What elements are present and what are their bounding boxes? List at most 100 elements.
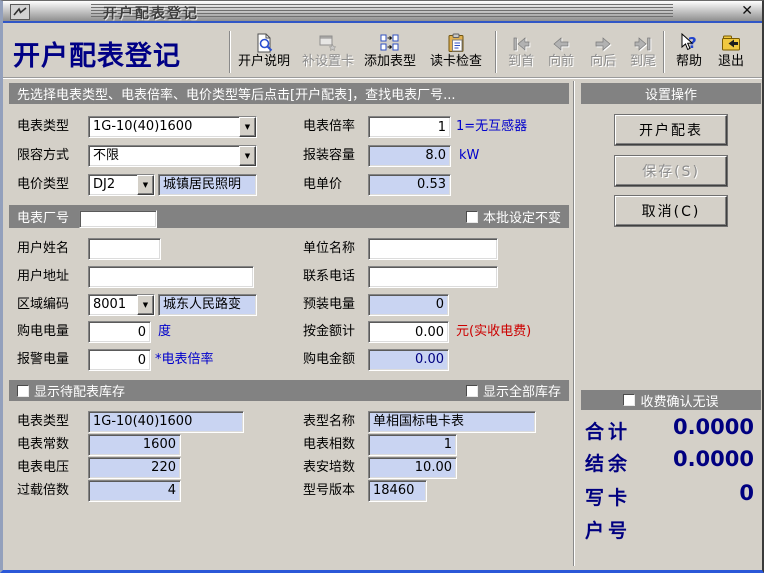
- ratio-hint: 1=无互感器: [456, 116, 527, 138]
- alarm-hint: *电表倍率: [155, 349, 214, 371]
- show-pending-checkbox[interactable]: [17, 385, 29, 397]
- meter-type-label: 电表类型: [17, 116, 69, 138]
- alarm-qty-label: 报警电量: [17, 349, 69, 371]
- meter-type-combo[interactable]: 1G-10(40)1600 ▼: [88, 116, 257, 138]
- app-window: 开户配表登记 ✕ 开户配表登记 开户说明 补设置卡 添加表型: [0, 0, 764, 573]
- factory-input-wrap: [79, 208, 157, 226]
- batch-fixed-checkbox[interactable]: [466, 211, 478, 223]
- arrow-last-icon: [633, 29, 653, 53]
- address-input[interactable]: [88, 266, 254, 288]
- write-card-label: 写卡: [585, 483, 631, 510]
- factory-input[interactable]: [79, 210, 157, 228]
- account-no-label: 户号: [585, 516, 631, 543]
- toolbar-button-supplement-card: 补设置卡: [297, 29, 359, 76]
- card-add-icon: [318, 29, 338, 53]
- buy-amt-label: 购电金额: [303, 349, 355, 371]
- confirm-bar: 收费确认无误: [581, 390, 761, 410]
- phases-field: 1: [368, 434, 457, 456]
- doc-search-icon: [254, 29, 274, 53]
- org-name-label: 单位名称: [303, 238, 355, 260]
- toolbar-button-label: 向前: [548, 53, 574, 70]
- toolbar-separator: [495, 31, 497, 73]
- toolbar-button-label: 帮助: [676, 53, 702, 70]
- balance-value: 0.0000: [673, 447, 754, 471]
- toolbar-button-label: 补设置卡: [302, 53, 354, 70]
- show-all-checkbox[interactable]: [466, 385, 478, 397]
- limit-mode-value: 不限: [89, 146, 239, 166]
- stock-bar: 显示待配表库存 显示全部库存: [9, 380, 569, 401]
- app-logo-icon: [10, 4, 30, 24]
- limit-mode-combo[interactable]: 不限 ▼: [88, 145, 257, 167]
- open-account-button[interactable]: 开户配表: [615, 115, 727, 145]
- inv-meter-type-field: 1G-10(40)1600: [88, 411, 244, 433]
- limit-mode-label: 限容方式: [17, 145, 69, 167]
- toolbar-button-read-card-check[interactable]: 读卡检查: [423, 29, 489, 76]
- show-all-label: 显示全部库存: [483, 381, 561, 400]
- deposit-input[interactable]: [368, 321, 449, 343]
- price-type-label: 电价类型: [17, 174, 69, 196]
- chevron-down-icon[interactable]: ▼: [239, 117, 256, 137]
- price-type-value: DJ2: [89, 175, 137, 195]
- deposit-label: 按金额计: [303, 321, 355, 343]
- address-label: 用户地址: [17, 266, 69, 288]
- title-bar[interactable]: 开户配表登记 ✕: [3, 1, 762, 23]
- chevron-down-icon[interactable]: ▼: [239, 146, 256, 166]
- toolbar-button-account-help[interactable]: 开户说明: [233, 29, 295, 76]
- price-type-combo[interactable]: DJ2 ▼: [88, 174, 155, 196]
- page-title: 开户配表登记: [13, 34, 181, 73]
- save-button: 保存(S): [615, 156, 727, 186]
- toolbar-button-exit[interactable]: 退出: [711, 29, 751, 76]
- buy-qty-unit: 度: [158, 321, 171, 343]
- close-icon[interactable]: ✕: [741, 3, 753, 19]
- add-type-icon: [380, 29, 400, 53]
- fee-confirm-checkbox[interactable]: [623, 394, 635, 406]
- show-pending-label: 显示待配表库存: [34, 381, 125, 400]
- total-value: 0.0000: [673, 415, 754, 439]
- chevron-down-icon[interactable]: ▼: [137, 295, 154, 315]
- capacity-field: 8.0: [368, 145, 451, 167]
- toolbar-button-help[interactable]: ? 帮助: [669, 29, 709, 76]
- toolbar-button-previous: 向前: [543, 29, 579, 76]
- overload-label: 过载倍数: [17, 480, 69, 502]
- factory-label: 电表厂号: [17, 207, 69, 226]
- toolbar-button-label: 到尾: [630, 53, 656, 70]
- chevron-down-icon[interactable]: ▼: [137, 175, 154, 195]
- toolbar-button-first: 到首: [503, 29, 539, 76]
- area-code-combo[interactable]: 8001 ▼: [88, 294, 155, 316]
- overload-field: 4: [88, 480, 181, 502]
- ampere-label: 表安培数: [303, 457, 355, 479]
- user-name-input[interactable]: [88, 238, 161, 260]
- area-code-label: 区域编码: [17, 294, 69, 316]
- alarm-qty-input[interactable]: [88, 349, 151, 371]
- help-icon: ?: [678, 29, 700, 53]
- toolbar-button-label: 开户说明: [238, 53, 290, 70]
- version-field: 18460: [368, 480, 427, 502]
- ratio-input[interactable]: [368, 116, 451, 138]
- phone-input[interactable]: [368, 266, 498, 288]
- toolbar-button-add-meter-type[interactable]: 添加表型: [359, 29, 421, 76]
- model-name-field: 单相国标电卡表: [368, 411, 536, 433]
- buy-qty-input[interactable]: [88, 321, 151, 343]
- area-code-value: 8001: [89, 295, 137, 315]
- total-label: 合计: [585, 417, 631, 444]
- buy-amt-field: 0.00: [368, 349, 449, 371]
- model-name-label: 表型名称: [303, 411, 355, 433]
- user-name-label: 用户姓名: [17, 238, 69, 260]
- price-type-desc-field: 城镇居民照明: [158, 174, 257, 196]
- settings-header-bar: 设置操作: [581, 83, 761, 104]
- toolbar-button-label: 到首: [508, 53, 534, 70]
- cancel-button[interactable]: 取消(C): [615, 196, 727, 226]
- toolbar-button-label: 向后: [590, 53, 616, 70]
- constant-label: 电表常数: [17, 434, 69, 456]
- arrow-first-icon: [511, 29, 531, 53]
- instruction-text: 先选择电表类型、电表倍率、电价类型等后点击[开户配表]，查找电表厂号...: [17, 84, 456, 103]
- buy-qty-label: 购电电量: [17, 321, 69, 343]
- org-name-input[interactable]: [368, 238, 498, 260]
- capacity-unit: kW: [459, 145, 479, 167]
- main-area: 先选择电表类型、电表倍率、电价类型等后点击[开户配表]，查找电表厂号... 设置…: [3, 78, 762, 570]
- voltage-field: 220: [88, 457, 181, 479]
- arrow-next-icon: [593, 29, 613, 53]
- meter-type-value: 1G-10(40)1600: [89, 117, 239, 137]
- toolbar: 开户配表登记 开户说明 补设置卡 添加表型 读卡检查: [3, 25, 762, 78]
- exit-icon: [721, 29, 741, 53]
